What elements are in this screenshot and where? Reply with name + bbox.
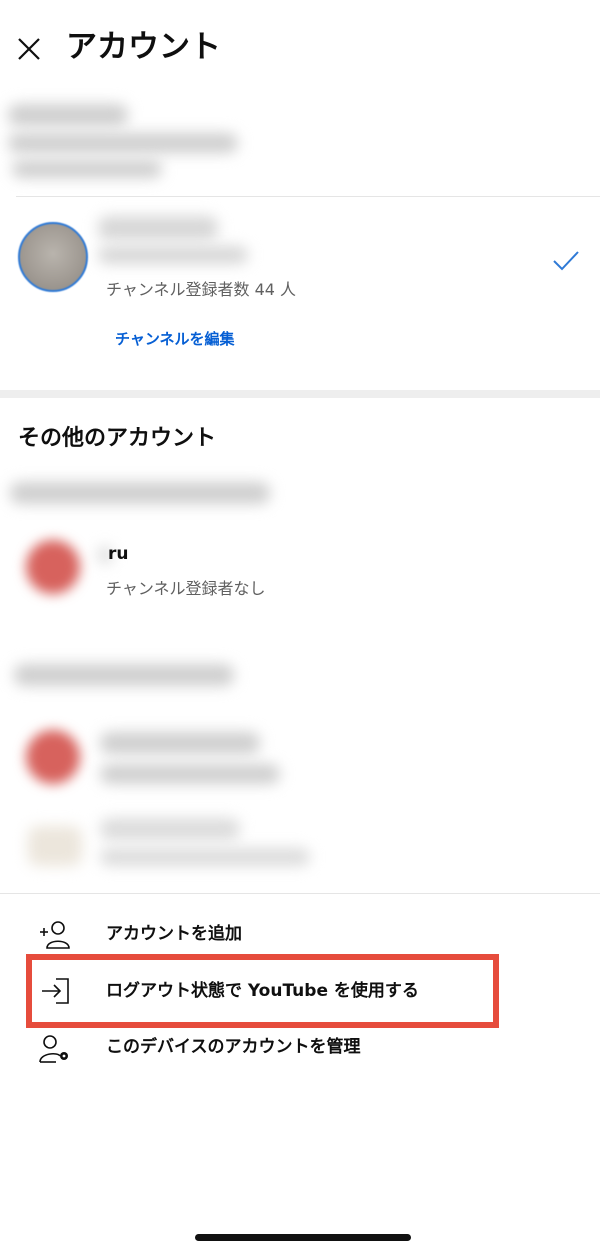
avatar	[26, 540, 80, 594]
avatar	[18, 222, 88, 292]
add-person-icon	[40, 921, 70, 949]
avatar	[26, 730, 80, 784]
page-title: アカウント	[66, 29, 221, 65]
divider	[16, 196, 600, 197]
add-account-label: アカウントを追加	[106, 924, 242, 944]
account-subscribers: チャンネル登録者なし	[106, 579, 266, 598]
blurred-email	[14, 664, 234, 686]
close-icon[interactable]	[14, 34, 44, 64]
account-name: ru	[108, 544, 129, 564]
divider	[0, 893, 600, 894]
section-divider	[0, 390, 600, 398]
subscriber-count: チャンネル登録者数 44 人	[106, 280, 297, 299]
section-title: その他のアカウント	[18, 426, 217, 451]
checkmark-icon	[553, 251, 579, 271]
highlight-box	[26, 954, 499, 1028]
manage-accounts-label: このデバイスのアカウントを管理	[106, 1037, 361, 1057]
blurred-email	[10, 482, 270, 504]
manage-person-gear-icon	[39, 1035, 68, 1063]
avatar	[28, 826, 82, 866]
edit-channel-link[interactable]: チャンネルを編集	[115, 328, 235, 349]
home-indicator	[195, 1234, 411, 1241]
